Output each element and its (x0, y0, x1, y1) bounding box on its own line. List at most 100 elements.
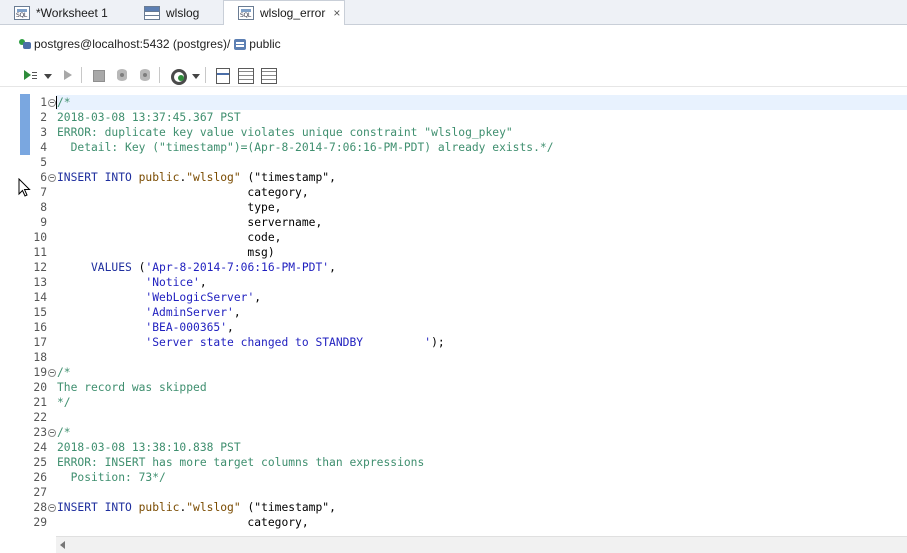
code-line[interactable]: 26 Position: 73*/ (18, 470, 907, 485)
editor-tab-bar: *Worksheet 1 wlslog wlslog_error × (0, 0, 907, 26)
code-token: public (138, 171, 180, 184)
code-token: 2018-03-08 13:38:10.838 PST (57, 441, 241, 454)
code-line[interactable]: 6 INSERT INTO public."wlslog" ("timestamp… (18, 170, 907, 185)
code-line[interactable]: 12 VALUES ('Apr-8-2014-7:06:16-PM-PDT', (18, 260, 907, 275)
stop-icon[interactable] (90, 67, 106, 83)
sql-file-icon (238, 6, 254, 20)
code-line[interactable]: 3 ERROR: duplicate key value violates uni… (18, 125, 907, 140)
toolbar-separator (159, 67, 160, 83)
horizontal-scrollbar[interactable] (56, 536, 907, 553)
line-number: 13 (33, 276, 47, 289)
results-panel-icon[interactable] (237, 67, 254, 84)
line-number: 25 (33, 456, 47, 469)
dropdown-icon[interactable] (44, 74, 52, 79)
code-line[interactable]: 5 (18, 155, 907, 170)
tab-wlslog-error[interactable]: wlslog_error × (223, 0, 345, 26)
code-text: VALUES ('Apr-8-2014-7:06:16-PM-PDT', (57, 260, 336, 275)
toolbar-separator (205, 67, 206, 83)
code-text: Detail: Key ("timestamp")=(Apr-8-2014-7:… (57, 140, 554, 155)
code-text: /* (57, 365, 71, 380)
dropdown-icon[interactable] (192, 74, 200, 79)
close-icon[interactable]: × (333, 6, 340, 20)
code-line[interactable]: 29 category, (18, 515, 907, 530)
code-line[interactable]: 2 2018-03-08 13:37:45.367 PST (18, 110, 907, 125)
line-number: 22 (33, 411, 47, 424)
line-number: 14 (33, 291, 47, 304)
sql-editor[interactable]: 1 /* 2 2018-03-08 13:37:45.367 PST 3 ERROR: d… (18, 90, 907, 536)
line-number: 2 (40, 111, 47, 124)
text-caret (56, 96, 57, 109)
table-icon (144, 5, 160, 20)
code-line[interactable]: 22 (18, 410, 907, 425)
code-token: /* (57, 426, 71, 439)
code-line[interactable]: 18 (18, 350, 907, 365)
code-line[interactable]: 27 (18, 485, 907, 500)
line-number: 5 (40, 156, 47, 169)
tab-label: wlslog_error (260, 6, 326, 20)
line-number: 17 (33, 336, 47, 349)
scroll-left-icon[interactable] (60, 541, 65, 549)
run-statement-icon[interactable] (22, 67, 38, 83)
code-line[interactable]: 19 /* (18, 365, 907, 380)
code-line[interactable]: 20 The record was skipped (18, 380, 907, 395)
code-line[interactable]: 9 servername, (18, 215, 907, 230)
code-token: 'WebLogicServer' (145, 291, 255, 304)
code-line[interactable]: 7 category, (18, 185, 907, 200)
code-token: , (329, 261, 336, 274)
code-line[interactable]: 17 'Server state changed to STANDBY '); (18, 335, 907, 350)
code-text: servername, (57, 215, 322, 230)
code-text: INSERT INTO public."wlslog" ("timestamp"… (57, 500, 336, 515)
tab-label: wlslog (166, 5, 200, 20)
line-number: 24 (33, 441, 47, 454)
line-number: 21 (33, 396, 47, 409)
schema-selector[interactable]: public (249, 37, 280, 51)
connection-selector[interactable]: postgres@localhost:5432 (postgres) (34, 37, 227, 51)
code-token: ERROR: duplicate key value violates uniq… (57, 126, 513, 139)
code-line[interactable]: 15 'AdminServer', (18, 305, 907, 320)
code-line[interactable]: 21 */ (18, 395, 907, 410)
editor-layout-icon[interactable] (214, 67, 230, 84)
code-line[interactable]: 14 'WebLogicServer', (18, 290, 907, 305)
schema-icon (234, 38, 247, 50)
code-token: /* (57, 96, 71, 109)
line-number: 9 (40, 216, 47, 229)
code-text: ERROR: INSERT has more target columns th… (57, 455, 424, 470)
commit-icon[interactable] (114, 67, 130, 83)
code-line[interactable]: 24 2018-03-08 13:38:10.838 PST (18, 440, 907, 455)
code-line[interactable]: 16 'BEA-000365', (18, 320, 907, 335)
code-token: 'Apr-8-2014-7:06:16-PM-PDT' (145, 261, 330, 274)
tab-label: *Worksheet 1 (36, 5, 108, 20)
code-text: category, (57, 185, 308, 200)
code-line[interactable]: 1 /* (18, 95, 907, 110)
tab-wlslog[interactable]: wlslog (130, 0, 223, 25)
code-line[interactable]: 8 type, (18, 200, 907, 215)
code-token: msg) (57, 246, 275, 259)
line-number: 18 (33, 351, 47, 364)
transaction-icon[interactable] (169, 67, 187, 85)
code-line[interactable]: 28 INSERT INTO public."wlslog" ("timestam… (18, 500, 907, 515)
code-token: servername, (57, 216, 323, 229)
code-text: ERROR: duplicate key value violates uniq… (57, 125, 513, 140)
code-token: category, (57, 516, 309, 529)
code-line[interactable]: 4 Detail: Key ("timestamp")=(Apr-8-2014-… (18, 140, 907, 155)
toolbar-separator (81, 67, 82, 83)
code-line[interactable]: 13 'Notice', (18, 275, 907, 290)
code-token: 'BEA-000365' (145, 321, 228, 334)
line-number: 16 (33, 321, 47, 334)
tab-worksheet-1[interactable]: *Worksheet 1 (0, 0, 130, 25)
code-token: VALUES (57, 261, 139, 274)
connection-bar: postgres@localhost:5432 (postgres) / pub… (0, 25, 907, 63)
connection-icon (18, 38, 32, 50)
code-line[interactable]: 25 ERROR: INSERT has more target columns … (18, 455, 907, 470)
code-line[interactable]: 23 /* (18, 425, 907, 440)
output-panel-icon[interactable] (260, 67, 277, 84)
sql-file-icon (14, 5, 30, 20)
code-line[interactable]: 11 msg) (18, 245, 907, 260)
code-line[interactable]: 10 code, (18, 230, 907, 245)
rollback-icon[interactable] (137, 67, 153, 83)
code-token: "wlslog" (186, 171, 241, 184)
run-script-icon[interactable] (61, 67, 77, 83)
code-token: ERROR: INSERT has more target columns th… (57, 456, 425, 469)
